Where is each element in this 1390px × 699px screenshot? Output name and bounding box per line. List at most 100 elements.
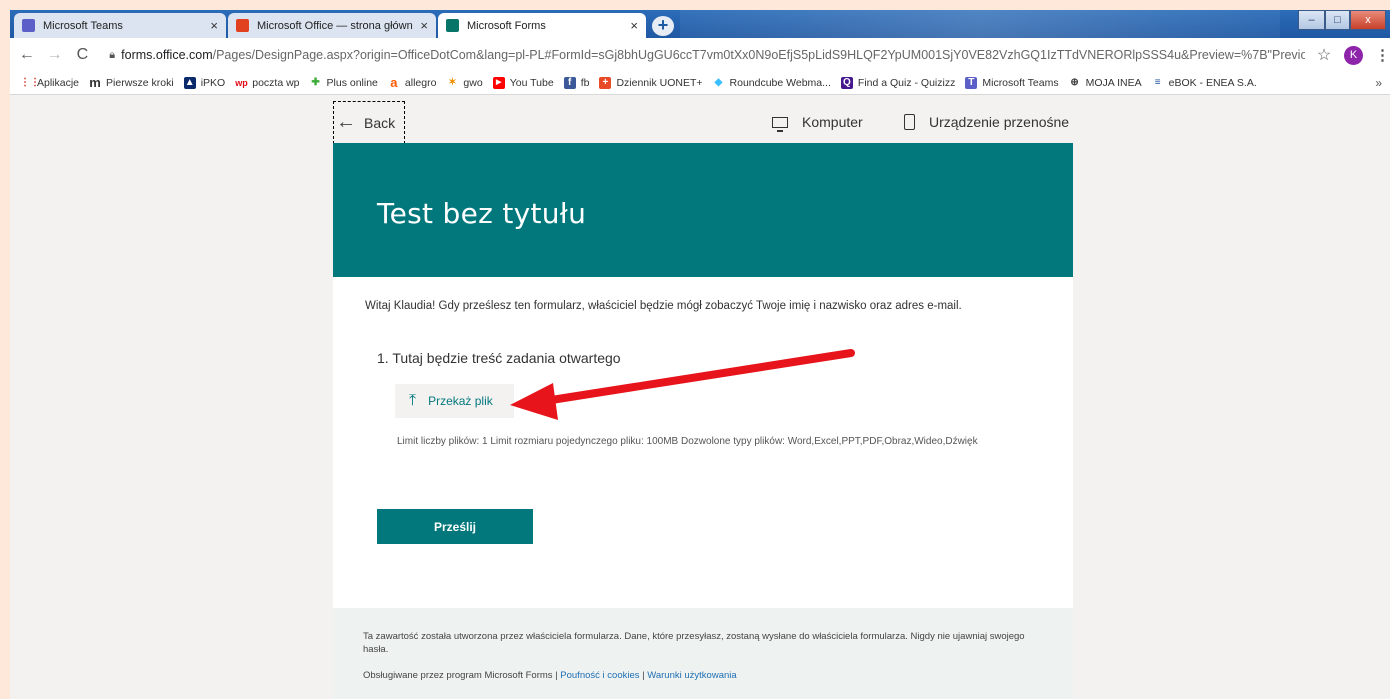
new-tab-button[interactable]: +: [652, 16, 674, 36]
bookmark-label: Find a Quiz - Quizizz: [857, 77, 956, 89]
bookmark-label: iPKO: [200, 77, 226, 89]
bookmark-fb[interactable]: f fb: [563, 77, 590, 89]
browser-toolbar: ← → C 🔒︎ forms.office.com/Pages/DesignPa…: [10, 38, 1390, 72]
form-title: Test bez tytułu: [377, 197, 587, 230]
bookmark-label: Aplikacje: [37, 77, 80, 89]
bookmark-roundcube[interactable]: ◆ Roundcube Webma...: [713, 77, 831, 89]
device-label: Komputer: [802, 114, 863, 130]
forms-preview-page: ← Back Komputer Urządzenie przenośne Tes…: [10, 95, 1390, 699]
bookmarks-bar: ⋮⋮ Aplikacje m Pierwsze kroki ▲ iPKO wp pocz…: [10, 72, 1390, 95]
bookmark-label: poczta wp: [252, 77, 300, 89]
upload-file-button[interactable]: ⤒ Przekaż plik: [395, 384, 514, 418]
reload-icon[interactable]: C: [72, 46, 94, 64]
teams-logo-icon: T: [965, 77, 978, 89]
window-close-button[interactable]: x: [1350, 10, 1386, 30]
privacy-link[interactable]: Poufność i cookies: [560, 670, 639, 681]
tab-label: Microsoft Forms: [467, 19, 546, 32]
browser-tab-strip: Microsoft Teams × Microsoft Office — str…: [10, 10, 1390, 38]
welcome-text: Witaj Klaudia! Gdy prześlesz ten formula…: [365, 300, 962, 312]
address-bar[interactable]: forms.office.com/Pages/DesignPage.aspx?o…: [121, 48, 1305, 62]
back-arrow-icon: ←: [336, 111, 356, 133]
bookmark-label: Pierwsze kroki: [106, 77, 174, 89]
bookmark-allegro[interactable]: a allegro: [388, 75, 437, 90]
device-computer-button[interactable]: Komputer: [772, 114, 863, 132]
tab-microsoft-office[interactable]: Microsoft Office — strona główn ×: [228, 13, 436, 38]
tab-label: Microsoft Teams: [43, 19, 123, 32]
bookmark-gwo[interactable]: ✶ gwo: [446, 77, 482, 89]
bookmark-label: Plus online: [326, 77, 378, 89]
teams-icon: [22, 19, 35, 32]
monitor-icon: [772, 116, 788, 132]
upload-icon: ⤒: [409, 392, 417, 409]
lock-icon[interactable]: 🔒︎: [109, 49, 115, 62]
tab-label: Microsoft Office — strona główn: [257, 19, 413, 32]
form-footer: Ta zawartość została utworzona przez wła…: [333, 608, 1073, 699]
forms-icon: [446, 19, 459, 32]
tab-microsoft-forms[interactable]: Microsoft Forms ×: [438, 13, 646, 38]
bookmark-label: allegro: [404, 77, 437, 89]
bookmark-quizizz[interactable]: Q Find a Quiz - Quizizz: [840, 77, 956, 89]
upload-label: Przekaż plik: [428, 394, 493, 408]
browser-menu-icon[interactable]: ⋮: [1375, 46, 1390, 64]
back-label: Back: [364, 114, 396, 131]
form-header-banner: Test bez tytułu: [333, 143, 1073, 277]
wp-logo-icon: wp: [235, 78, 248, 88]
bookmark-ipko[interactable]: ▲ iPKO: [183, 77, 226, 89]
gwo-logo-icon: ✶: [448, 77, 457, 88]
enea-logo-icon: ≡: [1154, 77, 1161, 88]
preview-toolbar: ← Back Komputer Urządzenie przenośne: [10, 95, 1390, 144]
tab-close-icon[interactable]: ×: [630, 18, 638, 33]
tab-close-icon[interactable]: ×: [210, 18, 218, 33]
submit-button[interactable]: Prześlij: [377, 509, 533, 544]
quizizz-logo-icon: Q: [840, 77, 853, 89]
uonet-logo-icon: +: [599, 77, 612, 89]
minimize-button[interactable]: –: [1298, 10, 1325, 30]
terms-link[interactable]: Warunki użytkowania: [647, 670, 736, 681]
footer-powered-by: Obsługiwane przez program Microsoft Form…: [363, 670, 737, 681]
bookmark-ebok-enea[interactable]: ≡ eBOK - ENEA S.A.: [1152, 77, 1257, 89]
phone-icon: [904, 114, 915, 130]
bookmark-plus-online[interactable]: ✚ Plus online: [310, 77, 378, 89]
form-card: Test bez tytułu Witaj Klaudia! Gdy prześ…: [333, 143, 1073, 608]
bookmark-apps[interactable]: ⋮⋮ Aplikacje: [20, 77, 79, 89]
back-button[interactable]: ← Back: [333, 101, 405, 144]
bookmark-youtube[interactable]: ▶ You Tube: [492, 77, 554, 89]
bookmark-label: MOJA INEA: [1085, 77, 1142, 89]
maximize-button[interactable]: □: [1325, 10, 1350, 30]
back-arrow-icon[interactable]: ←: [16, 46, 38, 64]
youtube-logo-icon: ▶: [492, 77, 505, 89]
tab-strip-glow: [680, 10, 1280, 38]
powered-text: Obsługiwane przez program Microsoft Form…: [363, 670, 561, 681]
forward-arrow-icon[interactable]: →: [44, 46, 66, 64]
bookmarks-overflow-icon[interactable]: »: [1375, 76, 1382, 90]
bookmark-label: fb: [580, 77, 590, 89]
roundcube-logo-icon: ◆: [714, 77, 723, 88]
pko-logo-icon: ▲: [183, 77, 196, 89]
plus-logo-icon: ✚: [311, 77, 320, 88]
tab-close-icon[interactable]: ×: [420, 18, 428, 33]
footer-legal-text: Ta zawartość została utworzona przez wła…: [363, 631, 1025, 655]
question-title: 1. Tutaj będzie treść zadania otwartego: [377, 350, 621, 366]
bookmark-pierwsze-kroki[interactable]: m Pierwsze kroki: [89, 75, 174, 90]
tab-microsoft-teams[interactable]: Microsoft Teams ×: [14, 13, 226, 38]
bookmark-star-icon[interactable]: ☆: [1317, 45, 1331, 65]
bookmark-label: Dziennik UONET+: [616, 77, 703, 89]
apps-grid-icon: ⋮⋮: [20, 77, 40, 88]
profile-avatar[interactable]: K: [1344, 45, 1363, 65]
facebook-logo-icon: f: [563, 77, 576, 89]
upload-limits-text: Limit liczby plików: 1 Limit rozmiaru po…: [397, 436, 978, 447]
bookmark-label: eBOK - ENEA S.A.: [1168, 77, 1257, 89]
bookmark-label: Roundcube Webma...: [729, 77, 831, 89]
bookmark-label: Microsoft Teams: [982, 77, 1059, 89]
bookmark-moja-inea[interactable]: ⊕ MOJA INEA: [1069, 77, 1142, 89]
bookmark-poczta-wp[interactable]: wp poczta wp: [235, 77, 299, 89]
m-logo-icon: m: [89, 75, 101, 90]
url-host: forms.office.com: [121, 48, 213, 62]
bookmark-label: You Tube: [509, 77, 554, 89]
globe-icon: ⊕: [1070, 77, 1079, 88]
device-mobile-button[interactable]: Urządzenie przenośne: [904, 114, 1069, 130]
bookmark-uonet[interactable]: + Dziennik UONET+: [599, 77, 703, 89]
allegro-logo-icon: a: [390, 75, 398, 90]
bookmark-microsoft-teams[interactable]: T Microsoft Teams: [965, 77, 1059, 89]
url-path: /Pages/DesignPage.aspx?origin=OfficeDotC…: [212, 48, 1305, 62]
